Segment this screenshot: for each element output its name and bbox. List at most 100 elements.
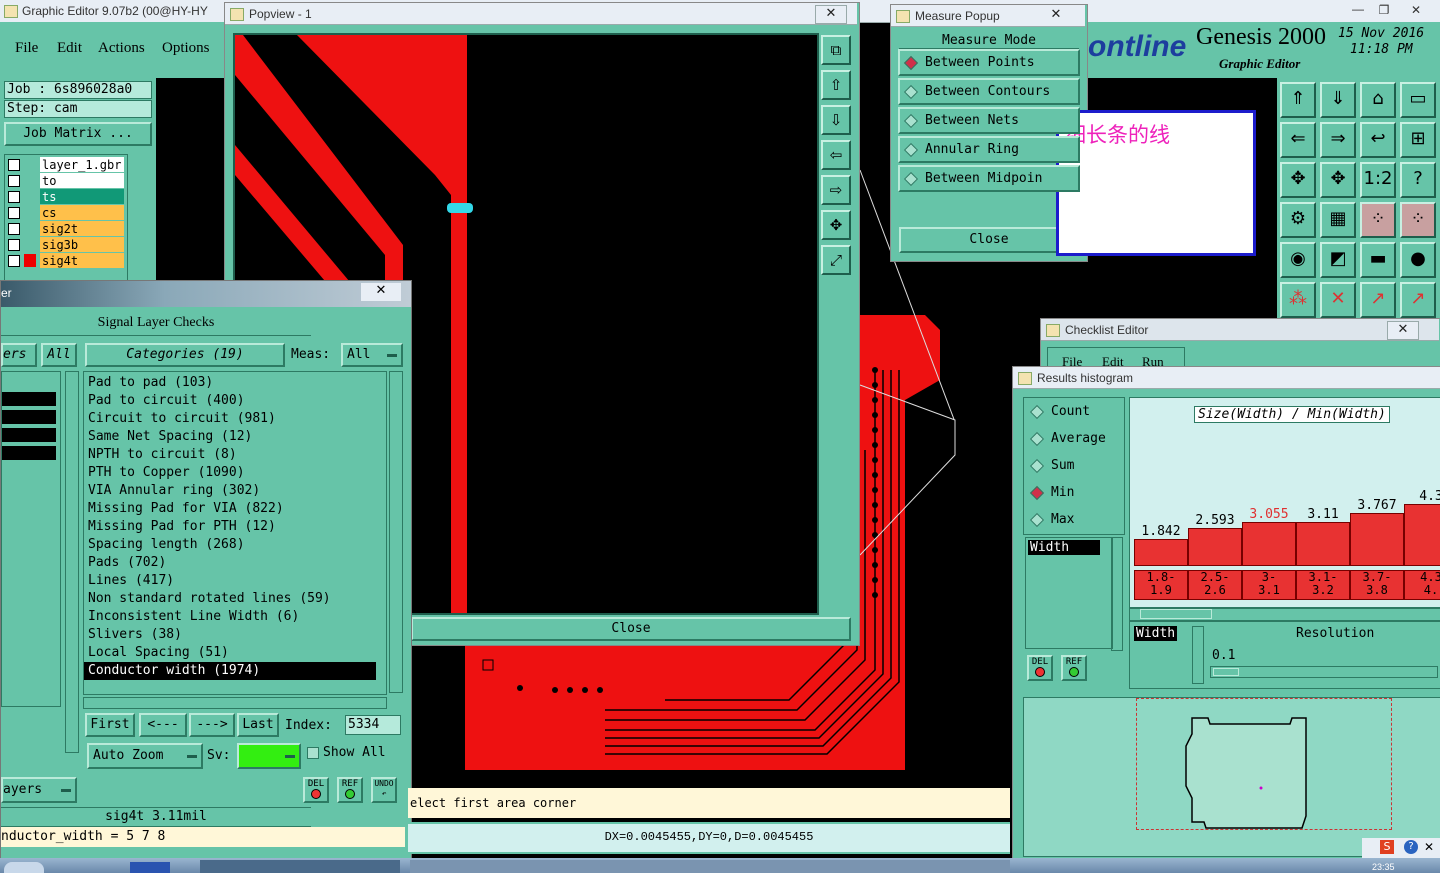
window-restore-icon[interactable]: ⧉	[821, 35, 851, 65]
help-icon[interactable]: ?	[1400, 162, 1436, 198]
pad-icon[interactable]: ●	[1400, 242, 1436, 278]
category-item[interactable]: VIA Annular ring (302)	[84, 482, 386, 500]
first-button[interactable]: First	[85, 713, 135, 737]
ref-button[interactable]: REF	[337, 777, 363, 803]
checklist-close-icon[interactable]: ✕	[1387, 321, 1419, 340]
category-item[interactable]: Spacing length (268)	[84, 536, 386, 554]
net-a-icon[interactable]: ⁂	[1280, 282, 1316, 318]
pan-right-icon[interactable]: ⇒	[1320, 122, 1356, 158]
menu-options[interactable]: Options	[162, 40, 210, 57]
last-button[interactable]: Last	[237, 713, 279, 737]
sv-dropdown[interactable]	[237, 743, 301, 769]
tray-s-icon[interactable]: S	[1380, 840, 1394, 854]
show-all-checkbox[interactable]	[307, 747, 319, 759]
layer-row[interactable]: to	[6, 173, 124, 189]
index-input[interactable]: 5334	[345, 715, 401, 735]
field-item-width[interactable]: Width	[1028, 540, 1100, 555]
categories-list[interactable]: Pad to pad (103) Pad to circuit (400) Circ…	[83, 371, 387, 695]
histogram-bar[interactable]	[1242, 522, 1296, 566]
stat-option[interactable]: Count	[1024, 398, 1124, 425]
zoom-layers-icon[interactable]: ⌂	[1360, 82, 1396, 118]
ruler-icon[interactable]: ▬	[1360, 242, 1396, 278]
restore-icon[interactable]: ❐	[1372, 2, 1396, 18]
fit-icon[interactable]: ✥	[821, 210, 851, 240]
snap-icon[interactable]: ⚙	[1280, 202, 1316, 238]
taskbar-item[interactable]	[200, 860, 400, 873]
layer-checkbox[interactable]	[8, 207, 20, 219]
menu-file[interactable]: File	[15, 40, 38, 57]
close-icon[interactable]: ✕	[1398, 2, 1434, 18]
stat-option[interactable]: Max	[1024, 506, 1124, 533]
category-item[interactable]: Non standard rotated lines (59)	[84, 590, 386, 608]
layer-row[interactable]: sig4t	[6, 253, 124, 269]
layer-checkbox[interactable]	[8, 223, 20, 235]
grid-view-icon[interactable]: ▦	[1320, 202, 1356, 238]
menu-actions[interactable]: Actions	[98, 40, 145, 57]
layers-dropdown[interactable]: ayers	[1, 777, 77, 803]
netlist-icon[interactable]: ⁘	[1360, 202, 1396, 238]
stat-option[interactable]: Min	[1024, 479, 1124, 506]
minimize-icon[interactable]: —	[1346, 2, 1370, 18]
width-scrollbar[interactable]	[1192, 626, 1204, 684]
popview-close-icon[interactable]: ✕	[815, 5, 847, 24]
category-item[interactable]: Conductor width (1974)	[84, 662, 376, 680]
histogram-bar[interactable]	[1296, 522, 1350, 566]
measure-option[interactable]: Between Contours	[898, 78, 1080, 105]
move-down-icon[interactable]: ⇩	[821, 105, 851, 135]
measure-point-icon[interactable]: ◉	[1280, 242, 1316, 278]
grid-icon[interactable]: ⊞	[1400, 122, 1436, 158]
layer-row[interactable]: cs	[6, 205, 124, 221]
layer-row[interactable]: sig2t	[6, 221, 124, 237]
resolution-slider[interactable]	[1210, 666, 1438, 678]
layer-check-row[interactable]	[2, 446, 56, 460]
layer-list-scrollbar[interactable]	[65, 371, 79, 753]
category-item[interactable]: Same Net Spacing (12)	[84, 428, 386, 446]
category-item[interactable]: Local Spacing (51)	[84, 644, 386, 662]
measure-option[interactable]: Between Nets	[898, 107, 1080, 134]
category-item[interactable]: Missing Pad for VIA (822)	[84, 500, 386, 518]
job-matrix-button[interactable]: Job Matrix ...	[4, 122, 152, 146]
net-c-icon[interactable]: ↗	[1360, 282, 1396, 318]
pan-icon[interactable]: ✥	[1320, 162, 1356, 198]
histogram-bar[interactable]	[1350, 513, 1404, 566]
layer-row[interactable]: layer_1.gbr	[6, 157, 124, 173]
ratio-1-2-icon[interactable]: 1:2	[1360, 162, 1396, 198]
move-right-icon[interactable]: ⇨	[821, 175, 851, 205]
del-button[interactable]: DEL	[303, 777, 329, 803]
histogram-bar[interactable]	[1188, 528, 1242, 566]
taskbar-item[interactable]	[410, 860, 1010, 873]
layer-check-row[interactable]	[2, 410, 56, 424]
next-button[interactable]: --->	[189, 713, 235, 737]
move-up-icon[interactable]: ⇧	[821, 70, 851, 100]
layer-checkbox[interactable]	[8, 191, 20, 203]
help-icon[interactable]: ?	[1404, 840, 1418, 854]
stat-option[interactable]: Average	[1024, 425, 1124, 452]
category-item[interactable]: Slivers (38)	[84, 626, 386, 644]
histogram-hscrollbar[interactable]	[1129, 607, 1440, 621]
categories-header[interactable]: Categories (19)	[85, 343, 285, 367]
undo-button[interactable]: UNDO ↶	[371, 777, 397, 803]
hist-ref-button[interactable]: REF	[1061, 655, 1087, 681]
category-item[interactable]: Lines (417)	[84, 572, 386, 590]
netlist-red-icon[interactable]: ⁘	[1400, 202, 1436, 238]
move-left-icon[interactable]: ⇦	[821, 140, 851, 170]
measure-popup-close-icon[interactable]: ✕	[1041, 7, 1071, 24]
meas-dropdown[interactable]: All	[341, 343, 403, 367]
layer-checkbox[interactable]	[8, 255, 20, 267]
layer-row[interactable]: ts	[6, 189, 124, 205]
pan-left-icon[interactable]: ⇐	[1280, 122, 1316, 158]
net-d-icon[interactable]: ↗	[1400, 282, 1436, 318]
layers-tab[interactable]: ers	[1, 343, 37, 367]
stat-option[interactable]: Sum	[1024, 452, 1124, 479]
pan-icon[interactable]: ⤢	[821, 245, 851, 275]
layers-all-button[interactable]: All	[41, 343, 77, 367]
measure-close-button[interactable]: Close	[899, 227, 1079, 253]
category-item[interactable]: Pads (702)	[84, 554, 386, 572]
category-item[interactable]: Missing Pad for PTH (12)	[84, 518, 386, 536]
category-item[interactable]: Pad to pad (103)	[84, 374, 386, 392]
categories-hscrollbar[interactable]	[83, 697, 387, 709]
layer-check-row[interactable]	[2, 428, 56, 442]
field-list-scrollbar[interactable]	[1111, 537, 1123, 651]
measure-option[interactable]: Between Points	[898, 49, 1080, 76]
measure-line-icon[interactable]: ◩	[1320, 242, 1356, 278]
